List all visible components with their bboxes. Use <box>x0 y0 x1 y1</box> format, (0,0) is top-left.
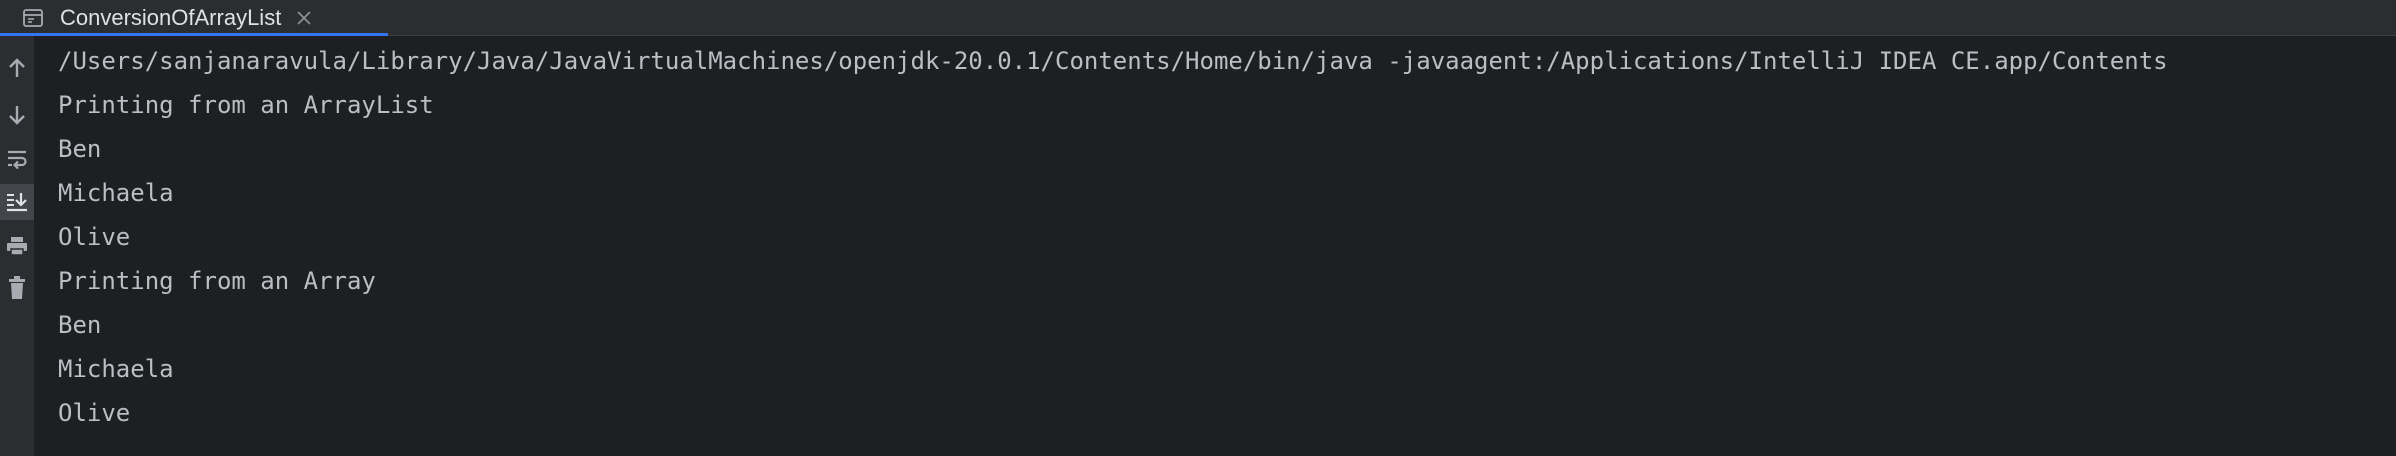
console-line: Printing from an ArrayList <box>58 91 434 119</box>
print-button[interactable] <box>0 228 34 264</box>
console-line: Michaela <box>58 355 174 383</box>
console-line: Printing from an Array <box>58 267 376 295</box>
trash-icon <box>9 276 25 299</box>
print-icon <box>7 237 27 256</box>
clear-all-button[interactable] <box>0 270 34 306</box>
tab-title: ConversionOfArrayList <box>60 5 282 30</box>
close-icon[interactable] <box>295 9 313 27</box>
scroll-to-end-button[interactable] <box>0 184 34 220</box>
console-line: Ben <box>58 135 102 163</box>
tab-conversion-of-array-list[interactable]: ConversionOfArrayList <box>0 0 388 37</box>
console-line: Ben <box>58 311 102 339</box>
down-button[interactable] <box>0 97 34 133</box>
console-icon <box>23 9 43 27</box>
console-line: Michaela <box>58 179 174 207</box>
run-tool-window: ConversionOfArrayList /Users/sanjanaravu… <box>0 0 2396 456</box>
console-command-line: /Users/sanjanaravula/Library/Java/JavaVi… <box>58 47 2168 75</box>
soft-wrap-button[interactable] <box>0 140 34 176</box>
soft-wrap-icon <box>8 150 27 170</box>
tab-bar: ConversionOfArrayList <box>0 0 2396 37</box>
console-output[interactable]: /Users/sanjanaravula/Library/Java/JavaVi… <box>34 36 2396 456</box>
down-arrow-icon <box>9 106 25 125</box>
console-line: Olive <box>58 399 131 427</box>
console-line: Olive <box>58 223 131 251</box>
scroll-to-end-icon <box>7 193 27 212</box>
up-button[interactable] <box>0 50 34 86</box>
console-toolbar <box>0 36 34 456</box>
up-arrow-icon <box>9 58 25 77</box>
